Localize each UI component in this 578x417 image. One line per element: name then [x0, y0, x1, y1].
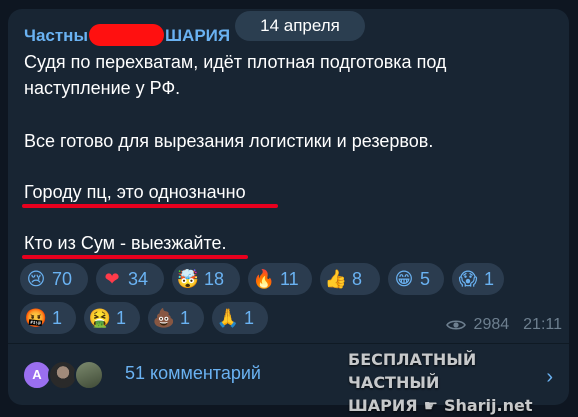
- fire-icon: 🔥: [252, 269, 276, 289]
- reaction-count: 8: [352, 268, 363, 289]
- reaction-count: 1: [180, 307, 191, 328]
- reaction-count: 1: [484, 268, 495, 289]
- thumbs-up-icon: 👍: [324, 269, 348, 289]
- eye-icon: [445, 320, 466, 330]
- watermark-line2: ШАРИЯ ☛ Sharij.net: [348, 394, 558, 417]
- message-text-line2: наступление у РФ.: [24, 78, 181, 98]
- view-count: 2984: [473, 316, 510, 333]
- comments-count-label: 51 комментарий: [125, 363, 261, 383]
- cursing-face-icon: 🤬: [24, 308, 48, 328]
- message-text-line5: Кто из Сум - выезжайте.: [24, 233, 227, 253]
- reaction-chip[interactable]: 😢 70: [20, 263, 88, 295]
- reaction-count: 5: [420, 268, 431, 289]
- date-badge: 14 апреля: [235, 11, 365, 41]
- reaction-chip[interactable]: 🤯 18: [172, 263, 240, 295]
- reaction-chip[interactable]: 🤮 1: [84, 302, 140, 334]
- reaction-chip[interactable]: ❤ 34: [96, 263, 164, 295]
- reaction-chip[interactable]: 🤬 1: [20, 302, 76, 334]
- reaction-chip[interactable]: 😱 1: [452, 263, 504, 295]
- vomiting-face-icon: 🤮: [88, 308, 112, 328]
- message-text-line1: Судя по перехватам, идёт плотная подгото…: [24, 52, 447, 72]
- watermark-line1: БЕСПЛАТНЫЙ ЧАСТНЫЙ: [348, 350, 477, 392]
- message-time: 21:11: [523, 316, 562, 333]
- red-underline-2: [22, 255, 248, 259]
- grinning-face-icon: 😁: [394, 269, 414, 289]
- redaction-mark: [88, 24, 164, 46]
- message-meta: 2984 21:11: [445, 316, 562, 334]
- reaction-count: 70: [52, 268, 73, 289]
- chevron-right-icon: ›: [546, 366, 553, 388]
- reaction-count: 1: [116, 307, 127, 328]
- channel-name-part1: Частны: [24, 26, 88, 45]
- exploding-head-icon: 🤯: [176, 269, 200, 289]
- screaming-face-icon: 😱: [458, 269, 478, 289]
- red-underline-1: [22, 204, 278, 208]
- avatar: [74, 360, 104, 390]
- reaction-count: 1: [52, 307, 63, 328]
- red-heart-icon: ❤: [104, 269, 120, 289]
- pile-of-poo-icon: 💩: [152, 308, 176, 328]
- folded-hands-icon: 🙏: [216, 308, 240, 328]
- reaction-count: 11: [280, 268, 299, 289]
- reaction-chip[interactable]: 😁 5: [388, 263, 444, 295]
- pointing-hand-icon: ☛: [423, 396, 438, 415]
- channel-name[interactable]: Частны ШАРИЯ: [24, 24, 230, 46]
- crying-face-icon: 😢: [26, 269, 46, 289]
- reaction-chip[interactable]: 🔥 11: [248, 263, 312, 295]
- message-text-line4: Городу пц, это однозначно: [24, 182, 246, 202]
- reaction-count: 34: [128, 268, 149, 289]
- reaction-count: 1: [244, 307, 255, 328]
- reaction-chip[interactable]: 💩 1: [148, 302, 204, 334]
- channel-name-part2: ШАРИЯ: [164, 26, 231, 45]
- reaction-chip[interactable]: 👍 8: [320, 263, 380, 295]
- watermark-brand: ШАРИЯ: [348, 396, 418, 415]
- comments-button[interactable]: А 51 комментарий БЕСПЛАТНЫЙ ЧАСТНЫЙ ШАРИ…: [8, 344, 569, 415]
- watermark-site: Sharij.net: [443, 396, 533, 415]
- reaction-chip[interactable]: 🙏 1: [212, 302, 268, 334]
- reaction-count: 18: [204, 268, 225, 289]
- message-text-line3: Все готово для вырезания логистики и рез…: [24, 131, 434, 151]
- watermark: БЕСПЛАТНЫЙ ЧАСТНЫЙ ШАРИЯ ☛ Sharij.net: [348, 348, 558, 417]
